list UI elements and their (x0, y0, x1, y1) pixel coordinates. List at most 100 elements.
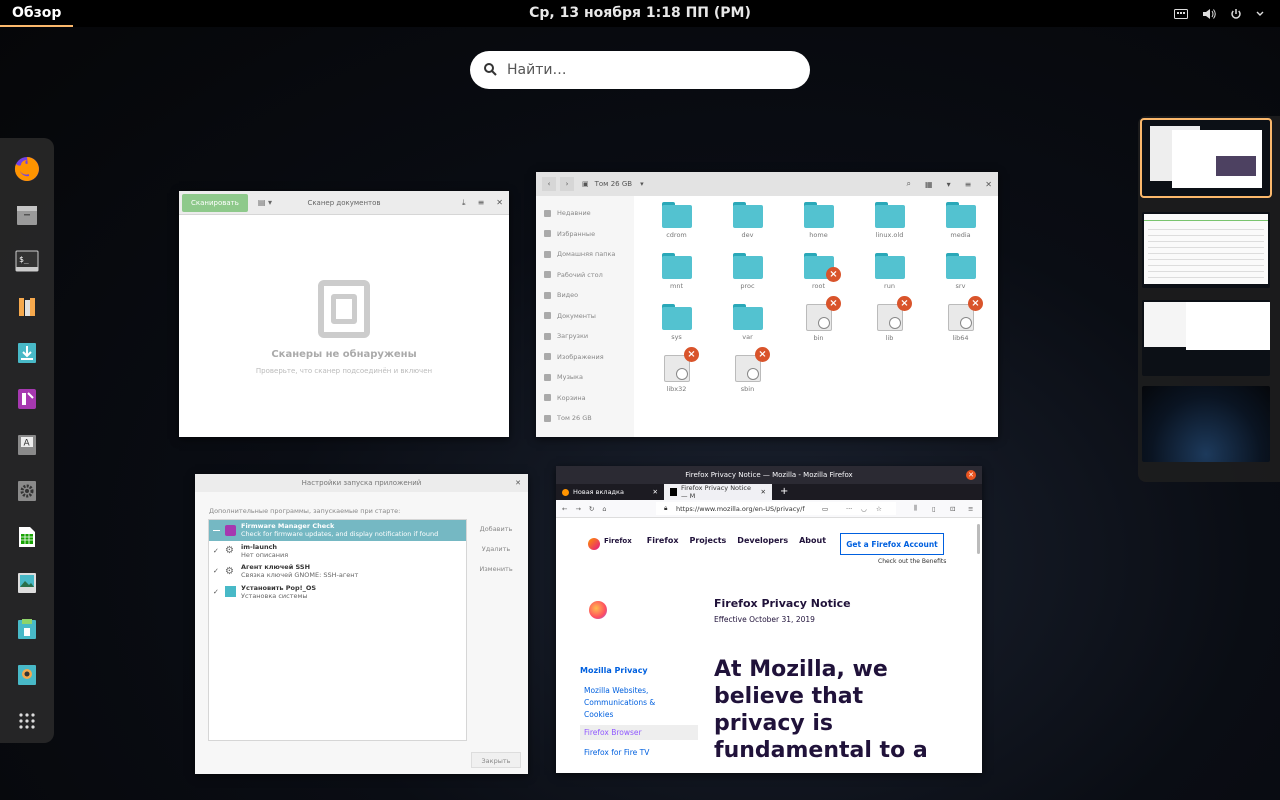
dock-spreadsheet[interactable] (8, 518, 46, 556)
chevron-down-icon[interactable] (1256, 11, 1264, 17)
screenshot-icon[interactable]: ⊡ (950, 505, 955, 513)
library-icon[interactable]: ⫼ (914, 504, 917, 513)
startup-row[interactable]: ✓ ⚙ im-launch Нет описания (209, 541, 466, 562)
volume-icon[interactable] (1202, 8, 1216, 20)
search-box[interactable] (470, 51, 810, 89)
file-item[interactable]: × lib64 (925, 296, 996, 344)
keyboard-layout-icon[interactable] (1174, 8, 1188, 20)
close-icon[interactable]: ✕ (761, 488, 766, 496)
document-type-icon[interactable]: ▤ ▾ (258, 198, 272, 207)
sidebar-link-firefox-browser[interactable]: Firefox Browser (580, 725, 698, 740)
menu-icon[interactable]: ≡ (478, 198, 485, 207)
sidebar-place[interactable]: Домашняя папка (536, 244, 634, 265)
startup-applications-window[interactable]: Настройки запуска приложений ✕ Дополните… (195, 474, 528, 774)
new-tab-button[interactable]: + (780, 484, 788, 500)
clock-label[interactable]: Ср, 13 ноября 1:18 ПП (PM) (529, 5, 751, 21)
close-icon[interactable]: ✕ (496, 198, 503, 207)
sidebar-icon[interactable]: ▯ (932, 505, 936, 513)
workspace-thumbnail-1[interactable] (1140, 118, 1272, 198)
workspace-thumbnail-2[interactable] (1142, 212, 1270, 288)
nav-firefox-logo-text[interactable]: Firefox (604, 537, 632, 545)
file-item[interactable]: media (925, 202, 996, 242)
view-grid-icon[interactable]: ▦ (925, 180, 933, 189)
sidebar-place[interactable]: Корзина (536, 388, 634, 409)
file-item[interactable]: proc (712, 253, 783, 293)
dock-font-viewer[interactable]: A (8, 426, 46, 464)
back-icon[interactable]: ← (562, 505, 567, 513)
tab-privacy-notice[interactable]: Firefox Privacy Notice — M ✕ (664, 484, 772, 500)
menu-icon[interactable]: ≡ (968, 505, 973, 513)
dock-popsicle[interactable] (8, 380, 46, 418)
nav-firefox[interactable]: Firefox (647, 536, 679, 545)
sidebar-link-fire-tv[interactable]: Firefox for Fire TV (580, 748, 700, 757)
add-button[interactable]: Добавить (471, 521, 521, 537)
sidebar-place[interactable]: Музыка (536, 367, 634, 388)
sidebar-place[interactable]: Рабочий стол (536, 265, 634, 286)
dock-terminal[interactable]: $_ (8, 242, 46, 280)
file-item[interactable]: × libx32 (641, 347, 712, 395)
checkbox[interactable] (213, 529, 220, 531)
scrollbar[interactable] (977, 524, 980, 554)
dock-library[interactable] (8, 288, 46, 326)
file-item[interactable]: cdrom (641, 202, 712, 242)
nav-projects[interactable]: Projects (689, 536, 726, 545)
sidebar-link-websites[interactable]: Mozilla Websites, Communications & Cooki… (580, 685, 665, 721)
dock-app-grid[interactable] (8, 702, 46, 740)
sidebar-place[interactable]: Избранные (536, 224, 634, 245)
sidebar-title[interactable]: Mozilla Privacy (580, 666, 700, 675)
url-bar[interactable]: 🔒︎ https://www.mozilla.org/en-US/privacy… (656, 502, 896, 515)
reload-icon[interactable]: ↻ (589, 505, 594, 513)
sidebar-place[interactable]: Изображения (536, 347, 634, 368)
forward-icon[interactable]: → (575, 505, 580, 513)
dock-files[interactable] (8, 196, 46, 234)
startup-row[interactable]: ✓ Установить Pop!_OS Установка системы (209, 582, 466, 603)
dock-download[interactable] (8, 334, 46, 372)
scan-button[interactable]: Сканировать (182, 193, 248, 212)
chevron-down-icon[interactable]: ▾ (640, 180, 644, 188)
benefits-link[interactable]: Check out the Benefits (878, 558, 946, 565)
dock-image-viewer[interactable] (8, 564, 46, 602)
nav-about[interactable]: About (799, 536, 826, 545)
file-item[interactable]: × sbin (712, 347, 783, 395)
file-item[interactable]: linux.old (854, 202, 925, 242)
dock-firefox[interactable] (8, 150, 46, 188)
check-icon[interactable]: ✓ (213, 588, 220, 596)
tab-new-tab[interactable]: Новая вкладка ✕ (556, 484, 664, 500)
startup-row[interactable]: Firmware Manager Check Check for firmware… (209, 520, 466, 541)
chevron-down-icon[interactable]: ▾ (947, 180, 951, 189)
file-item[interactable]: run (854, 253, 925, 293)
sidebar-place[interactable]: Том 26 GB (536, 408, 634, 429)
menu-icon[interactable]: ≡ (965, 180, 972, 189)
firefox-account-button[interactable]: Get a Firefox Account (840, 533, 944, 555)
download-icon[interactable]: ⤓ (462, 198, 466, 208)
file-item[interactable]: home (783, 202, 854, 242)
sidebar-place[interactable]: Загрузки (536, 326, 634, 347)
home-icon[interactable]: ⌂ (602, 505, 606, 513)
power-icon[interactable] (1230, 8, 1242, 20)
workspace-thumbnail-3[interactable] (1142, 300, 1270, 376)
nav-developers[interactable]: Developers (737, 536, 788, 545)
remove-button[interactable]: Удалить (471, 541, 521, 557)
close-icon[interactable]: ✕ (985, 180, 992, 189)
document-scanner-window[interactable]: Сканировать ▤ ▾ Сканер документов ⤓ ≡ ✕ … (179, 191, 509, 437)
more-icon[interactable]: ··· (846, 505, 852, 513)
file-item[interactable]: × root (783, 253, 854, 293)
sidebar-place[interactable]: Документы (536, 306, 634, 327)
firefox-window[interactable]: Firefox Privacy Notice — Mozilla - Mozil… (556, 466, 982, 773)
dock-color-picker[interactable] (8, 656, 46, 694)
file-item[interactable]: srv (925, 253, 996, 293)
close-icon[interactable]: ✕ (515, 474, 521, 492)
close-icon[interactable]: ✕ (653, 488, 658, 496)
files-window[interactable]: ‹ › ▣ Том 26 GB ▾ ⌕ ▦ ▾ ≡ ✕ Недавние Избр… (536, 172, 998, 437)
reader-icon[interactable]: ▭ (822, 505, 828, 513)
file-item[interactable]: mnt (641, 253, 712, 293)
close-button[interactable]: Закрыть (471, 752, 521, 768)
sidebar-place[interactable]: Видео (536, 285, 634, 306)
bookmark-star-icon[interactable]: ☆ (876, 505, 882, 513)
forward-button[interactable]: › (560, 177, 574, 191)
file-item[interactable]: dev (712, 202, 783, 242)
search-icon[interactable]: ⌕ (907, 179, 911, 189)
check-icon[interactable]: ✓ (213, 547, 220, 555)
close-icon[interactable]: ✕ (966, 470, 976, 480)
firefox-logo[interactable] (588, 538, 600, 550)
